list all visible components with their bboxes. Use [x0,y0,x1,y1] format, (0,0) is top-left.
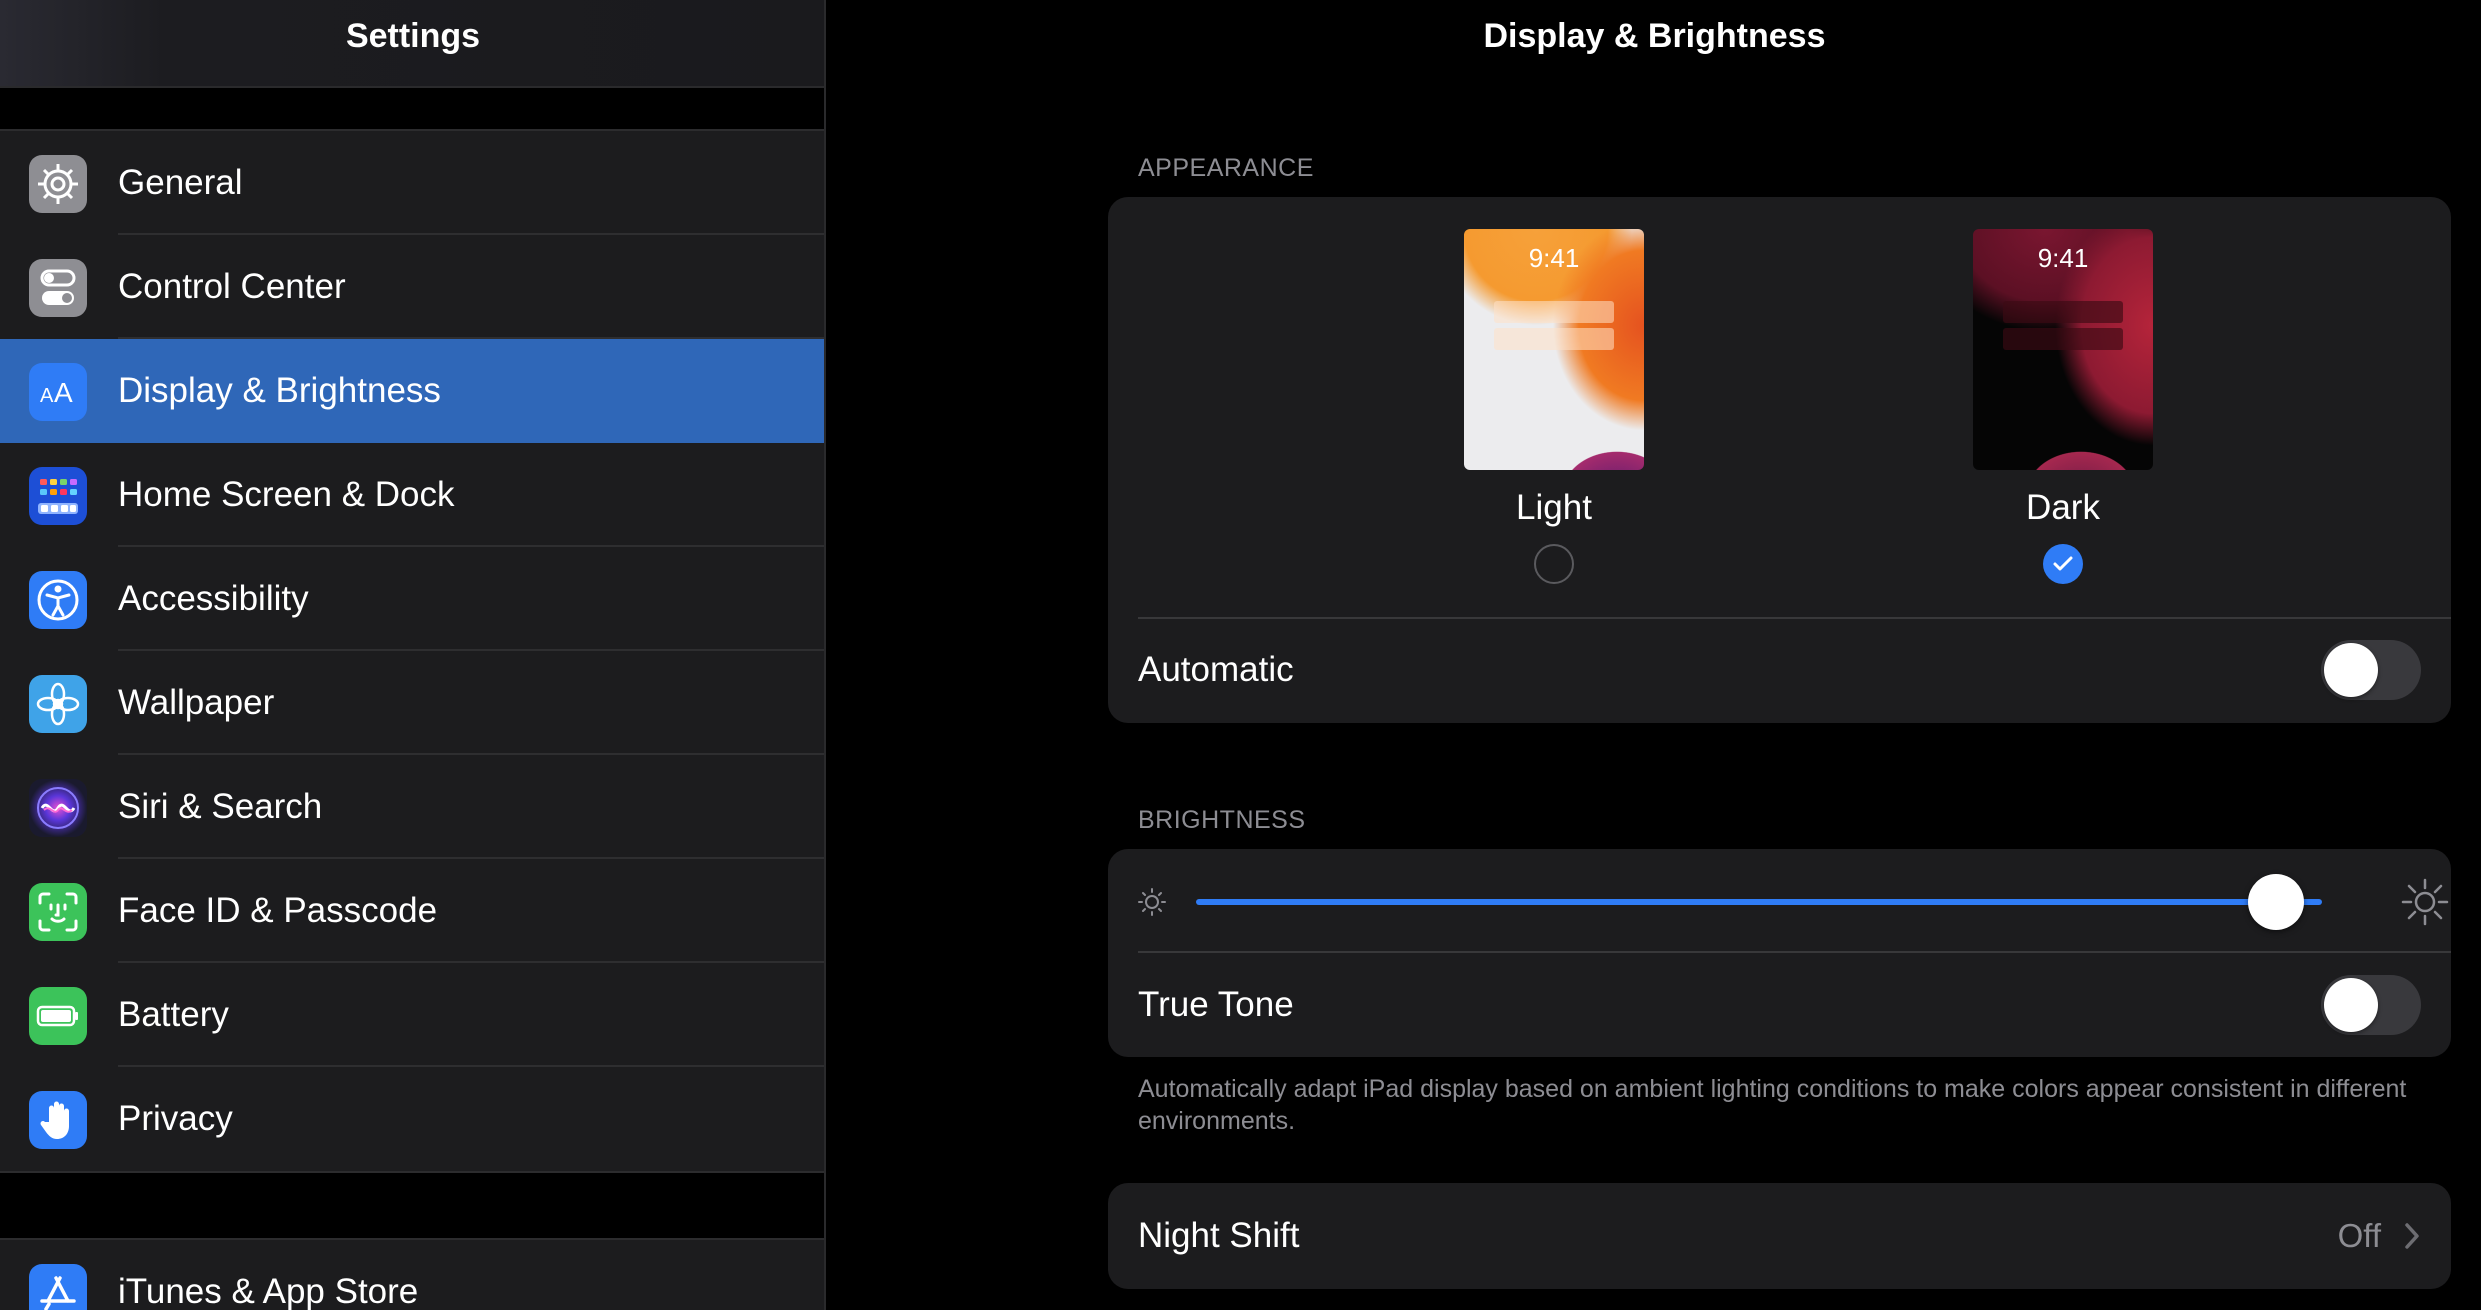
text-size-icon: A A [29,363,87,421]
sidebar-item-label: iTunes & App Store [118,1272,419,1310]
sidebar-item-label: Privacy [118,1099,233,1138]
sidebar-item-wallpaper[interactable]: Wallpaper [0,651,826,755]
flower-icon [29,675,87,733]
true-tone-footnote: Automatically adapt iPad display based o… [1138,1075,2407,1135]
sidebar-item-label: Home Screen & Dock [118,475,455,514]
brightness-low-icon [1138,888,1166,916]
toggle-knob [2324,978,2378,1032]
divider [1138,617,2451,619]
accessibility-icon [29,571,87,629]
brightness-slider-thumb[interactable] [2247,874,2304,930]
chevron-right-icon [2405,1223,2419,1249]
appearance-section-label: APPEARANCE [1138,154,1314,182]
sidebar-header: Settings [0,0,826,88]
preview-notification [2003,328,2123,350]
app-store-icon [29,1264,87,1310]
night-shift-label: Night Shift [1138,1216,1300,1255]
sidebar-item-label: Face ID & Passcode [118,891,438,930]
light-label: Light [1516,488,1592,527]
battery-icon [29,987,87,1045]
sidebar-title: Settings [345,17,481,55]
preview-notification [1494,328,1614,350]
automatic-label: Automatic [1138,650,1294,689]
sidebar-item-label: Accessibility [118,579,309,618]
true-tone-toggle[interactable] [2321,975,2421,1035]
sidebar-item-control-center[interactable]: Control Center [0,235,826,339]
checkmark-icon [2053,556,2073,571]
sidebar-item-label: Wallpaper [118,683,275,722]
appearance-option-dark[interactable]: 9:41 Dark [1973,229,2153,584]
brightness-card: True Tone [1108,849,2451,1057]
brightness-slider-track[interactable] [1196,899,2322,905]
light-preview-image: 9:41 [1464,229,1644,470]
svg-text:A: A [40,385,54,407]
sidebar-item-privacy[interactable]: Privacy [0,1067,826,1171]
sidebar-item-label: Siri & Search [118,787,323,826]
detail-pane: Display & Brightness APPEARANCE 9:41 Lig… [828,0,2481,1310]
brightness-high-icon [2401,878,2449,926]
true-tone-label: True Tone [1138,985,1294,1024]
sidebar-item-label: Control Center [118,267,346,306]
sidebar-item-display-brightness[interactable]: A A Display & Brightness [0,339,826,443]
night-shift-row[interactable]: Night Shift Off [1108,1183,2451,1289]
sidebar-item-general[interactable]: General [0,131,826,235]
preview-notification [2003,301,2123,323]
settings-group-main: General Control Center A A Display & Bri… [0,129,826,1173]
switches-icon [29,259,87,317]
sidebar-item-home-screen-dock[interactable]: Home Screen & Dock [0,443,826,547]
light-radio[interactable] [1534,544,1574,584]
sidebar-item-label: Display & Brightness [118,371,441,410]
night-shift-value: Off [2337,1217,2381,1254]
sidebar-item-siri-search[interactable]: Siri & Search [0,755,826,859]
sidebar-item-label: General [118,163,243,202]
sidebar-item-battery[interactable]: Battery [0,963,826,1067]
dark-preview-image: 9:41 [1973,229,2153,470]
dark-preview-time: 9:41 [2037,243,2089,273]
dark-radio[interactable] [2043,544,2083,584]
siri-icon [29,779,87,837]
sidebar: Settings General Control Center A A Disp… [0,0,826,1310]
hand-icon [29,1091,87,1149]
sidebar-item-label: Battery [118,995,229,1034]
settings-group-store: iTunes & App Store [0,1238,826,1310]
face-id-icon [29,883,87,941]
divider [1138,951,2451,953]
gear-icon [29,155,87,213]
preview-notification [1494,301,1614,323]
light-preview-time: 9:41 [1528,243,1580,273]
dark-label: Dark [2026,488,2100,527]
toggle-knob [2324,643,2378,697]
app-grid-icon [29,467,87,525]
sidebar-item-face-id-passcode[interactable]: Face ID & Passcode [0,859,826,963]
automatic-toggle[interactable] [2321,640,2421,700]
brightness-section-label: BRIGHTNESS [1138,806,1306,834]
sidebar-item-itunes-app-store[interactable]: iTunes & App Store [0,1240,826,1310]
appearance-card: 9:41 Light 9:41 Dark Automatic [1108,197,2451,723]
page-title: Display & Brightness [1483,17,1826,55]
sidebar-item-accessibility[interactable]: Accessibility [0,547,826,651]
svg-text:A: A [54,377,73,408]
appearance-option-light[interactable]: 9:41 Light [1464,229,1644,584]
